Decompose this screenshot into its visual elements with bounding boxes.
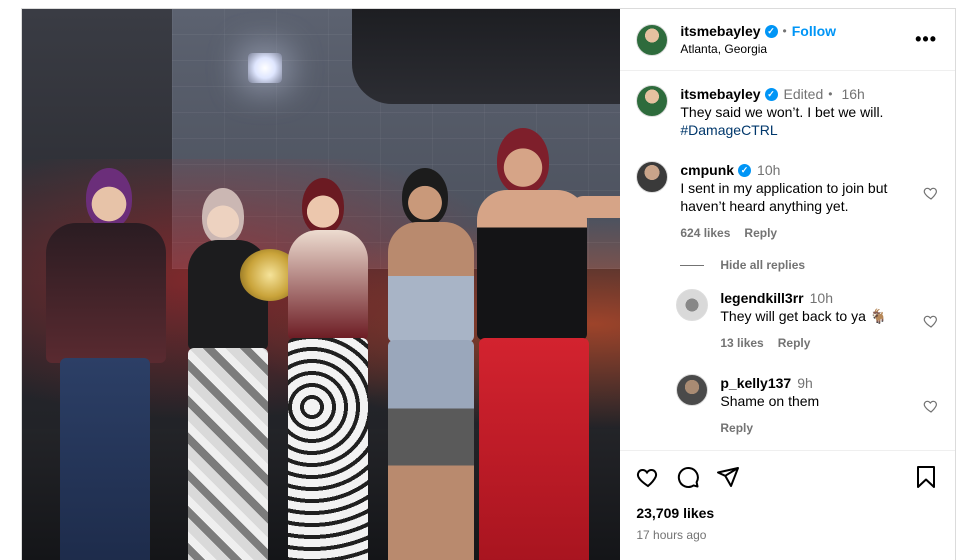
reply-avatar[interactable] [676,289,709,321]
caption-time[interactable]: 16h [841,85,864,103]
reply-reply-button[interactable]: Reply [778,334,811,352]
caption-username[interactable]: itsmebayley [680,85,760,103]
post-actions: 23,709 likes 17 hours ago [620,450,955,560]
comment-like-heart-icon[interactable] [923,185,939,204]
caption: itsmebayley ✓ Edited • 16h They said we … [636,85,939,139]
share-paper-plane-icon[interactable] [716,465,740,489]
person-1 [24,168,184,560]
instagram-post: itsmebayley ✓ • Follow Atlanta, Georgia … [21,8,956,560]
reply-reply-button[interactable]: Reply [720,419,753,437]
author-avatar[interactable] [636,23,669,56]
post-side-panel: itsmebayley ✓ • Follow Atlanta, Georgia … [620,9,955,560]
reply-time[interactable]: 9h [797,374,813,392]
comment-text: I sent in my application to join but hav… [680,180,888,214]
post-location[interactable]: Atlanta, Georgia [680,42,836,56]
comment-time[interactable]: 10h [757,161,780,179]
reply-avatar[interactable] [676,374,709,406]
bookmark-icon[interactable] [915,465,937,494]
heart-icon[interactable] [636,465,660,489]
hide-replies-toggle[interactable]: Hide all replies [680,258,939,272]
follow-button[interactable]: Follow [792,23,836,39]
person-2 [172,188,282,560]
reply-item: p_kelly137 9h Shame on them Reply [676,374,939,437]
post-header: itsmebayley ✓ • Follow Atlanta, Georgia … [620,9,955,71]
hide-replies-label[interactable]: Hide all replies [720,258,805,272]
caption-text: They said we won’t. I bet we will. [680,104,884,120]
reply-item: legendkill3rr 10h They will get back to … [676,289,939,352]
post-timestamp[interactable]: 17 hours ago [636,528,939,542]
more-options-icon[interactable]: ••• [915,29,937,50]
verified-badge-icon: ✓ [738,163,752,177]
comment-bubble-icon[interactable] [676,465,700,489]
comment-likes[interactable]: 624 likes [680,224,730,242]
reply-like-heart-icon[interactable] [923,313,939,332]
caption-hashtag[interactable]: #DamageCTRL [680,121,920,139]
caption-avatar[interactable] [636,85,669,117]
person-3 [272,178,382,560]
comment-reply-button[interactable]: Reply [744,224,777,242]
replies-divider-line [680,264,705,266]
reply-username[interactable]: legendkill3rr [720,289,803,307]
reply-username[interactable]: p_kelly137 [720,374,791,392]
edited-label: Edited [783,86,824,102]
ceiling-duct [352,9,621,104]
separator-dot: • [828,87,833,101]
reply-text: Shame on them [720,393,820,409]
reply-time[interactable]: 10h [810,289,833,307]
wall-lamp [248,53,282,83]
post-likes-count[interactable]: 23,709 likes [636,505,939,521]
reply-text: They will get back to ya 🐐 [720,308,888,324]
separator-dot: • [782,24,787,38]
verified-badge-icon: ✓ [764,24,778,38]
person-5 [467,128,621,560]
comment-item: cmpunk ✓ 10h I sent in my application to… [636,161,939,242]
comments-list: itsmebayley ✓ Edited • 16h They said we … [620,71,955,450]
commenter-username[interactable]: cmpunk [680,161,734,179]
author-username[interactable]: itsmebayley [680,23,760,39]
verified-badge-icon: ✓ [764,87,778,101]
post-photo[interactable] [22,9,621,560]
reply-like-heart-icon[interactable] [923,398,939,417]
commenter-avatar[interactable] [636,161,669,193]
reply-likes[interactable]: 13 likes [720,334,763,352]
